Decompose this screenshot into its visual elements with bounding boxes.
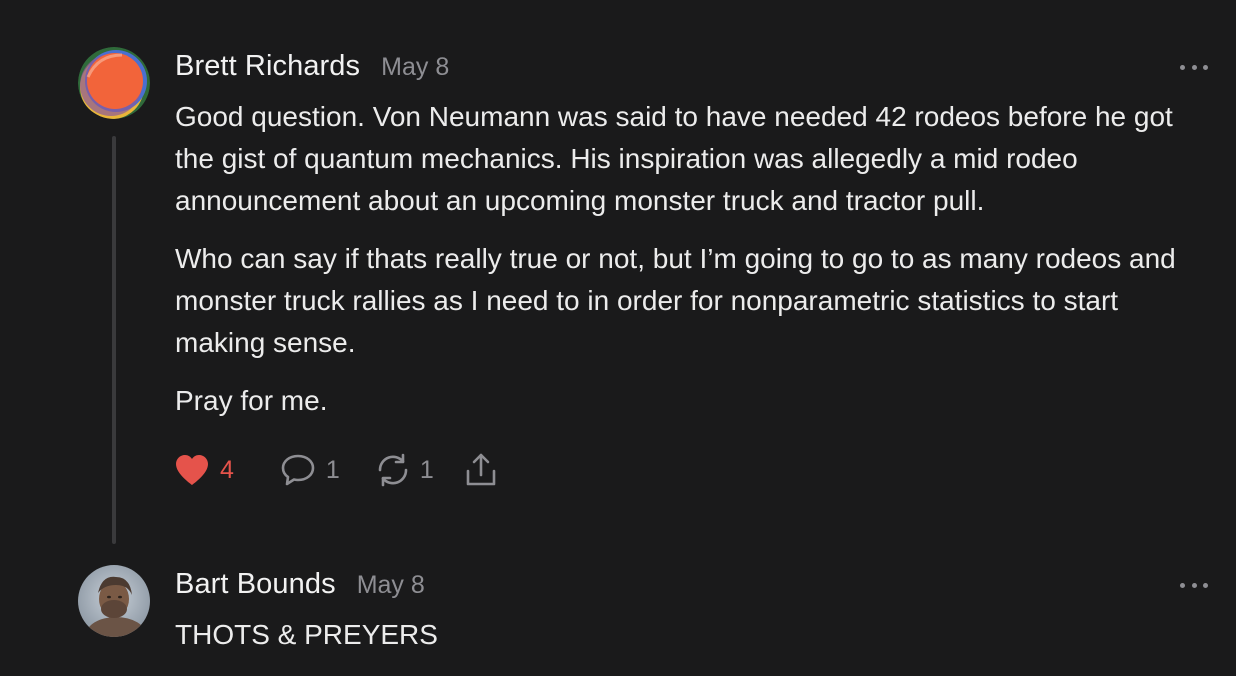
comment-header: Bart Bounds May 8 xyxy=(175,568,425,601)
dot-icon xyxy=(1203,582,1208,588)
comment-bart-bounds: Bart Bounds May 8 THOTS & PREYERS xyxy=(0,560,1236,676)
restack-count: 1 xyxy=(419,455,434,484)
restack-icon xyxy=(378,453,408,487)
dot-icon xyxy=(1191,582,1197,588)
comment-actions: 4 1 1 xyxy=(174,450,498,490)
more-options-button[interactable] xyxy=(1180,581,1208,589)
speech-bubble-icon xyxy=(281,454,315,486)
author-avatar[interactable] xyxy=(78,565,150,637)
share-icon xyxy=(466,453,496,486)
comment-header: Brett Richards May 8 xyxy=(175,50,449,83)
abstract-orange-avatar-icon xyxy=(78,47,150,119)
caveman-photo-avatar-icon xyxy=(78,565,150,637)
more-options-button[interactable] xyxy=(1180,63,1208,71)
thread-line[interactable] xyxy=(112,136,116,544)
comment-date[interactable]: May 8 xyxy=(381,53,449,82)
restack-button[interactable]: 1 xyxy=(376,453,434,487)
dot-icon xyxy=(1180,64,1185,70)
comment-paragraph: Good question. Von Neumann was said to h… xyxy=(175,101,1173,216)
comment-brett-richards: Brett Richards May 8 Good question. Von … xyxy=(0,0,1236,560)
reply-count: 1 xyxy=(325,455,340,484)
comment-body: Good question. Von Neumann was said to h… xyxy=(175,96,1205,438)
comment-date[interactable]: May 8 xyxy=(357,571,425,600)
comment-paragraph: Pray for me. xyxy=(175,385,328,416)
dot-icon xyxy=(1180,582,1185,588)
dot-icon xyxy=(1203,64,1208,70)
author-avatar[interactable] xyxy=(78,47,150,119)
reply-button[interactable]: 1 xyxy=(280,453,340,487)
comment-body: THOTS & PREYERS xyxy=(175,614,1205,672)
comment-paragraph: Who can say if thats really true or not,… xyxy=(175,243,1176,358)
like-count: 4 xyxy=(220,455,234,484)
author-name[interactable]: Bart Bounds xyxy=(175,568,336,601)
share-button[interactable] xyxy=(464,452,498,488)
dot-icon xyxy=(1191,64,1197,70)
like-button[interactable]: 4 xyxy=(174,454,234,486)
comment-paragraph: THOTS & PREYERS xyxy=(175,619,438,650)
heart-icon xyxy=(176,455,208,485)
author-name[interactable]: Brett Richards xyxy=(175,50,360,83)
